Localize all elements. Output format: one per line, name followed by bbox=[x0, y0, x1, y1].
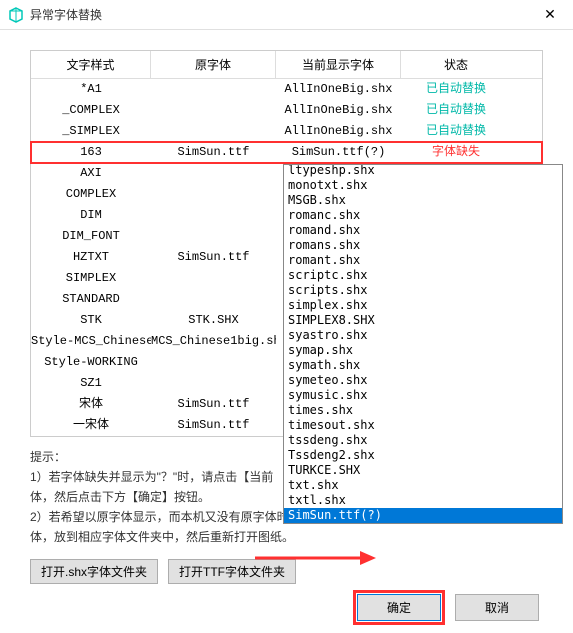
dropdown-item[interactable]: SimSun.ttf(?) bbox=[284, 508, 562, 523]
dropdown-item[interactable]: timesout.shx bbox=[284, 418, 562, 433]
dropdown-item[interactable]: tssdeng.shx bbox=[284, 433, 562, 448]
cell-orig bbox=[151, 79, 276, 100]
table-row[interactable]: 163SimSun.ttfSimSun.ttf(?)字体缺失 bbox=[31, 142, 542, 163]
cell-curr[interactable]: SimSun.ttf(?) bbox=[276, 142, 401, 163]
table-row[interactable]: _SIMPLEX AllInOneBig.shx已自动替换 bbox=[31, 121, 542, 142]
cell-style: AXI bbox=[31, 163, 151, 184]
dropdown-item[interactable]: simplex.shx bbox=[284, 298, 562, 313]
col-header-status: 状态 bbox=[401, 51, 511, 78]
cell-orig: SimSun.ttf bbox=[151, 247, 276, 268]
cell-status[interactable]: 已自动替换 bbox=[401, 121, 511, 142]
cell-orig bbox=[151, 352, 276, 373]
dropdown-item[interactable]: TURKCE.SHX bbox=[284, 463, 562, 478]
close-button[interactable]: ✕ bbox=[535, 0, 565, 30]
cell-status[interactable]: 已自动替换 bbox=[401, 79, 511, 100]
window-title: 异常字体替换 bbox=[30, 6, 535, 23]
col-header-style: 文字样式 bbox=[31, 51, 151, 78]
cell-orig: MCS_Chinese1big.shx bbox=[151, 331, 276, 352]
cell-style: COMPLEX bbox=[31, 184, 151, 205]
col-header-orig: 原字体 bbox=[151, 51, 276, 78]
cell-style: _COMPLEX bbox=[31, 100, 151, 121]
cell-orig: SimSun.ttf bbox=[151, 142, 276, 163]
cell-style: Style-WORKING bbox=[31, 352, 151, 373]
cell-curr[interactable]: AllInOneBig.shx bbox=[276, 121, 401, 142]
dropdown-item[interactable]: MSGB.shx bbox=[284, 193, 562, 208]
dropdown-item[interactable]: syastro.shx bbox=[284, 328, 562, 343]
font-dropdown-list[interactable]: isoct.shxisoct2.shxisoct3.shxitalic.shxi… bbox=[283, 164, 563, 524]
dropdown-item[interactable]: times.shx bbox=[284, 403, 562, 418]
dropdown-item[interactable]: scriptc.shx bbox=[284, 268, 562, 283]
dropdown-item[interactable]: monotxt.shx bbox=[284, 178, 562, 193]
dropdown-item[interactable]: romanc.shx bbox=[284, 208, 562, 223]
col-header-curr: 当前显示字体 bbox=[276, 51, 401, 78]
cell-status[interactable]: 字体缺失 bbox=[401, 142, 511, 163]
dropdown-item[interactable]: symath.shx bbox=[284, 358, 562, 373]
cell-style: DIM_FONT bbox=[31, 226, 151, 247]
dropdown-item[interactable]: txt.shx bbox=[284, 478, 562, 493]
cell-orig: SimSun.ttf bbox=[151, 394, 276, 415]
cell-status[interactable]: 已自动替换 bbox=[401, 100, 511, 121]
cell-orig bbox=[151, 226, 276, 247]
dropdown-item[interactable]: romans.shx bbox=[284, 238, 562, 253]
open-shx-folder-button[interactable]: 打开.shx字体文件夹 bbox=[30, 559, 158, 584]
cell-orig bbox=[151, 205, 276, 226]
dropdown-item[interactable]: symeteo.shx bbox=[284, 373, 562, 388]
dropdown-item[interactable]: symap.shx bbox=[284, 343, 562, 358]
dropdown-item[interactable]: SIMPLEX8.SHX bbox=[284, 313, 562, 328]
cell-style: _SIMPLEX bbox=[31, 121, 151, 142]
ok-button[interactable]: 确定 bbox=[357, 594, 441, 621]
cell-style: SZ1 bbox=[31, 373, 151, 394]
cell-style: DIM bbox=[31, 205, 151, 226]
dropdown-item[interactable]: symusic.shx bbox=[284, 388, 562, 403]
dropdown-item[interactable]: scripts.shx bbox=[284, 283, 562, 298]
table-row[interactable]: *A1 AllInOneBig.shx已自动替换 bbox=[31, 79, 542, 100]
table-row[interactable]: _COMPLEX AllInOneBig.shx已自动替换 bbox=[31, 100, 542, 121]
cell-style: SIMPLEX bbox=[31, 268, 151, 289]
dropdown-item[interactable]: Tssdeng2.shx bbox=[284, 448, 562, 463]
cell-orig: STK.SHX bbox=[151, 310, 276, 331]
cell-style: 163 bbox=[31, 142, 151, 163]
cell-orig bbox=[151, 289, 276, 310]
cell-curr[interactable]: AllInOneBig.shx bbox=[276, 79, 401, 100]
arrow-annotation bbox=[250, 543, 380, 579]
cell-style: *A1 bbox=[31, 79, 151, 100]
dropdown-item[interactable]: romant.shx bbox=[284, 253, 562, 268]
cell-style: 一宋体 bbox=[31, 415, 151, 436]
cell-style: STANDARD bbox=[31, 289, 151, 310]
app-icon bbox=[8, 7, 24, 23]
cancel-button[interactable]: 取消 bbox=[455, 594, 539, 621]
cell-orig bbox=[151, 184, 276, 205]
cell-style: 宋体 bbox=[31, 394, 151, 415]
dropdown-item[interactable]: romand.shx bbox=[284, 223, 562, 238]
cell-style: Style-MCS_Chinese1 bbox=[31, 331, 151, 352]
cell-curr[interactable]: AllInOneBig.shx bbox=[276, 100, 401, 121]
cell-orig bbox=[151, 100, 276, 121]
cell-style: HZTXT bbox=[31, 247, 151, 268]
font-table: 文字样式 原字体 当前显示字体 状态 *A1 AllInOneBig.shx已自动… bbox=[30, 50, 543, 437]
cell-orig: SimSun.ttf bbox=[151, 415, 276, 436]
cell-orig bbox=[151, 121, 276, 142]
cell-orig bbox=[151, 373, 276, 394]
dropdown-item[interactable]: txtl.shx bbox=[284, 493, 562, 508]
cell-orig bbox=[151, 268, 276, 289]
cell-orig bbox=[151, 163, 276, 184]
dropdown-item[interactable]: ltypeshp.shx bbox=[284, 164, 562, 178]
cell-style: STK bbox=[31, 310, 151, 331]
